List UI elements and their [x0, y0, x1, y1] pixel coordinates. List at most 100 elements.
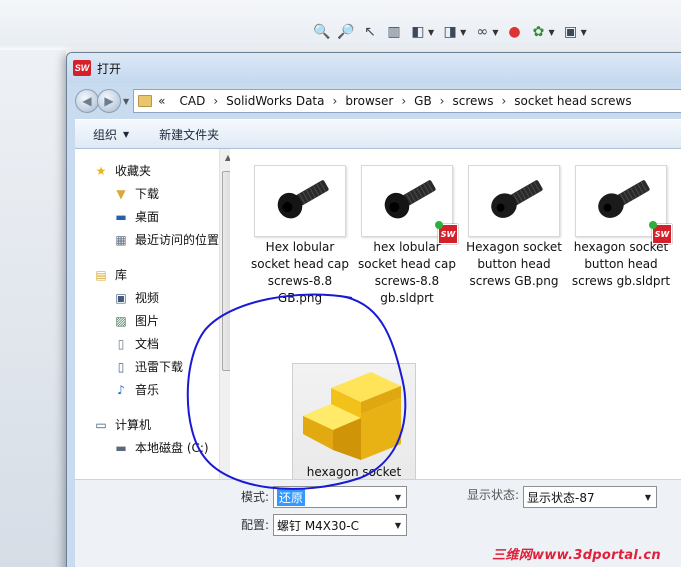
solidworks-logo-icon: SW — [73, 60, 91, 76]
download-folder-icon: ▼ — [116, 186, 126, 201]
file-item[interactable]: SW hexagon socket button head screws gb.… — [571, 165, 672, 290]
zoom-to-fit-icon[interactable]: 🔍 — [312, 22, 332, 42]
chevron-down-icon[interactable]: ▼ — [581, 28, 587, 37]
breadcrumb-solidworks-data[interactable]: SolidWorks Data — [226, 94, 324, 108]
address-row: ◀ ▶ ▼ « CAD › SolidWorks Data › browser … — [67, 83, 681, 119]
breadcrumb-separator[interactable]: › — [440, 94, 445, 108]
sidebar-item-local-disk[interactable]: ▬ 本地磁盘 (C:) — [75, 436, 228, 459]
new-folder-label: 新建文件夹 — [159, 127, 220, 142]
breadcrumb-socket-head-screws[interactable]: socket head screws — [514, 94, 631, 108]
library-icon: ▤ — [95, 267, 107, 282]
sidebar-item-label: 最近访问的位置 — [135, 233, 220, 247]
chevron-down-icon: ▼ — [394, 520, 402, 530]
sidebar-item-desktop[interactable]: ▬ 桌面 — [75, 205, 228, 228]
file-thumbnail — [254, 165, 346, 237]
solidworks-side-panel — [0, 50, 66, 567]
file-name: Hex lobular socket head cap screws-8.8 G… — [251, 240, 349, 305]
solidworks-file-icon: SW — [649, 221, 672, 244]
dialog-titlebar: SW 打开 — [67, 53, 681, 83]
file-item[interactable]: Hex lobular socket head cap screws-8.8 G… — [250, 165, 350, 307]
edit-appearance-icon[interactable]: ● — [504, 22, 524, 42]
sidebar-item-label: 本地磁盘 (C:) — [135, 441, 209, 455]
mode-select[interactable]: 还原 ▼ — [273, 486, 407, 508]
screw-thumbnail-icon — [277, 180, 329, 219]
folder-icon — [138, 95, 153, 107]
video-icon: ▣ — [115, 290, 127, 305]
sidebar-item-videos[interactable]: ▣ 视频 — [75, 286, 228, 309]
dialog-toolbar: 组织 ▼ 新建文件夹 — [75, 119, 681, 149]
file-name: hexagon socket button head screws gb.sld… — [571, 240, 671, 288]
forward-button[interactable]: ▶ — [97, 89, 121, 113]
sidebar-item-label: 图片 — [135, 314, 160, 328]
chevron-down-icon: ▼ — [123, 129, 130, 139]
file-name: Hexagon socket button head screws GB.png — [466, 240, 562, 288]
file-item[interactable]: SW hex lobular socket head cap screws-8.… — [357, 165, 458, 307]
drive-icon: ▬ — [115, 440, 127, 455]
display-style-icon[interactable]: ◨ — [440, 22, 460, 42]
breadcrumb-separator[interactable]: › — [501, 94, 506, 108]
site-watermark: 三维网www.3dportal.cn — [492, 548, 661, 563]
heads-up-view-toolbar: 🔍 🔎 ↖ ▥ ◧ ▼ ◨ ▼ ∞ ▼ ● ✿ ▼ ▣ ▼ — [312, 20, 589, 44]
sidebar-item-music[interactable]: ♪ 音乐 — [75, 378, 228, 401]
view-settings-icon[interactable]: ▣ — [561, 22, 581, 42]
file-thumbnail — [468, 165, 560, 237]
file-item[interactable]: Hexagon socket button head screws GB.png — [464, 165, 564, 290]
apply-scene-icon[interactable]: ✿ — [528, 22, 548, 42]
thunder-download-icon: ▯ — [117, 359, 125, 374]
chevron-down-icon[interactable]: ▼ — [548, 28, 554, 37]
recent-locations-dropdown[interactable]: ▼ — [123, 97, 129, 106]
sidebar-item-label: 音乐 — [135, 383, 160, 397]
screw-thumbnail-icon — [384, 180, 436, 219]
file-name: hex lobular socket head cap screws-8.8 g… — [358, 240, 456, 305]
section-view-icon[interactable]: ▥ — [384, 22, 404, 42]
music-icon: ♪ — [117, 382, 125, 397]
sidebar-item-computer[interactable]: ▭ 计算机 — [75, 413, 228, 436]
sidebar-item-documents[interactable]: ▯ 文档 — [75, 332, 228, 355]
back-button[interactable]: ◀ — [75, 89, 99, 113]
breadcrumb-screws[interactable]: screws — [452, 94, 493, 108]
breadcrumb-browser[interactable]: browser — [345, 94, 393, 108]
configuration-select[interactable]: 螺钉 M4X30-C ▼ — [273, 514, 407, 536]
open-file-dialog: SW 打开 ◀ ▶ ▼ « CAD › SolidWorks Data › br… — [66, 52, 681, 567]
sidebar-item-favorites[interactable]: ★ 收藏夹 — [75, 159, 228, 182]
file-list-pane: Hex lobular socket head cap screws-8.8 G… — [230, 149, 681, 529]
breadcrumb-overflow[interactable]: « — [158, 94, 165, 108]
zoom-area-icon[interactable]: 🔎 — [336, 22, 356, 42]
breadcrumb-separator[interactable]: › — [401, 94, 406, 108]
display-state-select[interactable]: 显示状态-87 ▼ — [523, 486, 657, 508]
hide-show-icon[interactable]: ∞ — [472, 22, 492, 42]
mode-label: 模式: — [241, 490, 270, 504]
sidebar-item-thunder[interactable]: ▯ 迅雷下载 — [75, 355, 228, 378]
sidebar-item-label: 下载 — [135, 187, 160, 201]
sidebar-item-downloads[interactable]: ▼ 下载 — [75, 182, 228, 205]
chevron-down-icon[interactable]: ▼ — [428, 28, 434, 37]
view-orientation-icon[interactable]: ◧ — [408, 22, 428, 42]
screw-thumbnail-icon — [598, 180, 650, 218]
breadcrumb-gb[interactable]: GB — [414, 94, 432, 108]
breadcrumb-separator[interactable]: › — [213, 94, 218, 108]
document-icon: ▯ — [117, 336, 125, 351]
breadcrumb-separator[interactable]: › — [333, 94, 338, 108]
new-folder-button[interactable]: 新建文件夹 — [159, 126, 219, 143]
chevron-down-icon: ▼ — [644, 492, 652, 502]
recent-places-icon: ▦ — [115, 232, 127, 247]
sidebar-item-label: 迅雷下载 — [135, 360, 184, 374]
organize-label: 组织 — [93, 127, 118, 142]
chevron-down-icon: ▼ — [394, 492, 402, 502]
mode-value: 还原 — [277, 488, 306, 506]
previous-view-icon[interactable]: ↖ — [360, 22, 380, 42]
organize-button[interactable]: 组织 ▼ — [93, 126, 129, 143]
screw-thumbnail-icon — [491, 180, 543, 218]
chevron-down-icon[interactable]: ▼ — [460, 28, 466, 37]
chevron-down-icon[interactable]: ▼ — [492, 28, 498, 37]
sidebar-item-pictures[interactable]: ▨ 图片 — [75, 309, 228, 332]
sidebar-item-label: 收藏夹 — [115, 164, 152, 178]
sldprt-part-icon — [303, 372, 401, 460]
breadcrumb-cad[interactable]: CAD — [180, 94, 206, 108]
sidebar-item-recent[interactable]: ▦ 最近访问的位置 — [75, 228, 228, 251]
address-bar[interactable]: « CAD › SolidWorks Data › browser › GB ›… — [133, 89, 681, 113]
sidebar-item-label: 计算机 — [115, 418, 152, 432]
star-icon: ★ — [95, 163, 107, 178]
sidebar-item-libraries[interactable]: ▤ 库 — [75, 263, 228, 286]
configuration-label: 配置: — [241, 518, 270, 532]
